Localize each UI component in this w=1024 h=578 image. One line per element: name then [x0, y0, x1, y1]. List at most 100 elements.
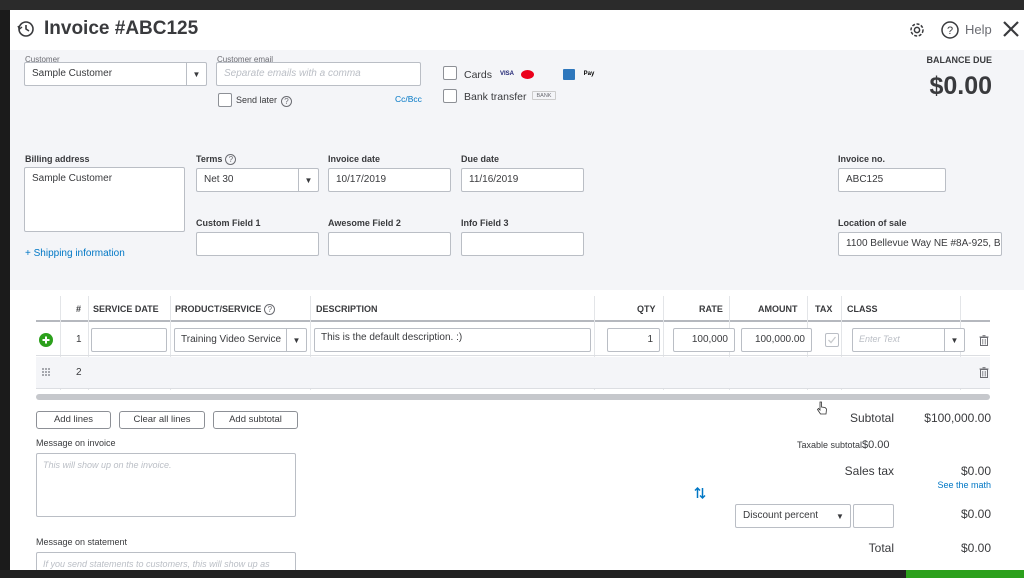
- save-and-send-button[interactable]: [906, 570, 1024, 578]
- column-header-amount: AMOUNT: [758, 304, 798, 314]
- cc-bcc-link[interactable]: Cc/Bcc: [395, 94, 422, 104]
- message-on-statement-input[interactable]: If you send statements to customers, thi…: [36, 552, 296, 570]
- bottom-action-bar: [0, 570, 1024, 578]
- table-row[interactable]: 2: [36, 357, 990, 389]
- chevron-down-icon[interactable]: ▼: [830, 505, 850, 527]
- taxable-subtotal-label: Taxable subtotal: [796, 440, 862, 450]
- table-row[interactable]: 1 Training Video Service ▼ This is the d…: [36, 324, 990, 356]
- apple-pay-logo: Pay: [583, 71, 595, 77]
- discount-type-select[interactable]: Discount percent ▼: [735, 504, 851, 528]
- billing-address-input[interactable]: Sample Customer: [24, 167, 185, 232]
- custom-field-2-label: Awesome Field 2: [328, 218, 401, 228]
- send-later-checkbox[interactable]: [218, 93, 232, 107]
- sales-tax-value: $0.00: [960, 464, 991, 478]
- discount-type-value: Discount percent: [743, 510, 819, 521]
- billing-address-label: Billing address: [25, 154, 90, 164]
- table-header-row: # SERVICE DATE PRODUCT/SERVICE? DESCRIPT…: [36, 296, 990, 322]
- terms-select[interactable]: Net 30 ▼: [196, 168, 319, 192]
- qty-value: 1: [647, 334, 653, 345]
- service-date-input[interactable]: [91, 328, 167, 352]
- mastercard-logo: [521, 70, 534, 79]
- sort-arrows-icon[interactable]: [693, 486, 707, 500]
- amount-value: 100,000.00: [754, 334, 805, 345]
- invoice-date-input[interactable]: 10/17/2019: [328, 168, 451, 192]
- bank-transfer-checkbox[interactable]: [443, 89, 457, 103]
- billing-address-value: Sample Customer: [32, 173, 113, 184]
- add-lines-button[interactable]: Add lines: [36, 411, 111, 429]
- trash-icon[interactable]: [979, 367, 989, 378]
- page-title: Invoice #ABC125: [44, 18, 199, 39]
- add-row-icon[interactable]: [39, 333, 53, 347]
- custom-field-2-input[interactable]: [328, 232, 451, 256]
- tax-checkbox[interactable]: [825, 333, 839, 347]
- subtotal-value: $100,000.00: [924, 411, 991, 425]
- customer-value: Sample Customer: [32, 68, 113, 79]
- balance-due-label: BALANCE DUE: [926, 55, 992, 65]
- qty-input[interactable]: 1: [607, 328, 660, 352]
- add-subtotal-button[interactable]: Add subtotal: [213, 411, 298, 429]
- chevron-down-icon[interactable]: ▼: [186, 63, 206, 85]
- amex-logo: [563, 69, 575, 80]
- column-header-product: PRODUCT/SERVICE?: [175, 304, 276, 316]
- invoice-no-value: ABC125: [846, 174, 884, 185]
- column-header-class: CLASS: [847, 304, 878, 314]
- history-icon[interactable]: [17, 20, 35, 38]
- cards-label: Cards: [464, 69, 493, 81]
- email-placeholder: Separate emails with a comma: [224, 68, 361, 79]
- message-on-invoice-label: Message on invoice: [36, 438, 116, 448]
- column-header-description: DESCRIPTION: [316, 304, 378, 314]
- invoice-header: Invoice #ABC125 ? Help: [10, 10, 1024, 50]
- cards-checkbox[interactable]: [443, 66, 457, 80]
- info-icon: ?: [264, 304, 276, 316]
- customer-email-input[interactable]: Separate emails with a comma: [216, 62, 421, 86]
- due-date-input[interactable]: 11/16/2019: [461, 168, 584, 192]
- chevron-down-icon[interactable]: ▼: [286, 329, 306, 351]
- subtotal-label: Subtotal: [849, 411, 894, 425]
- row-number: 1: [76, 334, 82, 345]
- invoice-date-label: Invoice date: [328, 154, 381, 164]
- gear-icon[interactable]: [907, 20, 927, 40]
- customer-select[interactable]: Sample Customer ▼: [24, 62, 207, 86]
- amount-input[interactable]: 100,000.00: [741, 328, 812, 352]
- invoice-no-input[interactable]: ABC125: [838, 168, 946, 192]
- bank-transfer-label: Bank transfer: [464, 91, 527, 103]
- chevron-down-icon[interactable]: ▼: [298, 169, 318, 191]
- info-icon[interactable]: ?: [281, 96, 292, 107]
- browser-chrome: [0, 0, 1024, 10]
- shipping-information-link[interactable]: + Shipping information: [25, 248, 125, 259]
- custom-field-3-label: Info Field 3: [461, 218, 509, 228]
- location-of-sale-value: 1100 Bellevue Way NE #8A-925, B: [846, 238, 1001, 249]
- invoice-window: Invoice #ABC125 ? Help Customer Sample C…: [10, 10, 1024, 570]
- see-the-math-link[interactable]: See the math: [915, 480, 991, 490]
- message-statement-placeholder: If you send statements to customers, thi…: [43, 559, 270, 569]
- help-label[interactable]: Help: [965, 22, 992, 37]
- custom-field-3-input[interactable]: [461, 232, 584, 256]
- discount-percent-input[interactable]: [853, 504, 894, 528]
- bank-logo: BANK: [532, 91, 556, 100]
- help-icon[interactable]: ?: [940, 20, 960, 40]
- message-on-invoice-input[interactable]: This will show up on the invoice.: [36, 453, 296, 517]
- class-select[interactable]: Enter Text ▼: [852, 328, 965, 352]
- custom-field-1-input[interactable]: [196, 232, 319, 256]
- location-of-sale-label: Location of sale: [838, 218, 907, 228]
- due-date-value: 11/16/2019: [469, 174, 519, 185]
- product-service-select[interactable]: Training Video Service ▼: [174, 328, 307, 352]
- column-header-rate: RATE: [699, 304, 723, 314]
- invoice-no-label: Invoice no.: [838, 154, 886, 164]
- drag-handle-icon[interactable]: [41, 367, 51, 377]
- total-value: $0.00: [960, 541, 991, 555]
- svg-text:?: ?: [947, 25, 953, 37]
- location-of-sale-input[interactable]: 1100 Bellevue Way NE #8A-925, B: [838, 232, 1002, 256]
- clear-all-lines-button[interactable]: Clear all lines: [119, 411, 205, 429]
- horizontal-scrollbar[interactable]: [36, 394, 990, 400]
- rate-input[interactable]: 100,000: [673, 328, 735, 352]
- trash-icon[interactable]: [979, 335, 989, 346]
- due-date-label: Due date: [461, 154, 500, 164]
- custom-field-1-label: Custom Field 1: [196, 218, 261, 228]
- description-input[interactable]: This is the default description. :): [314, 328, 591, 352]
- discover-logo: [540, 70, 558, 79]
- close-icon[interactable]: [1000, 18, 1022, 40]
- sales-tax-label: Sales tax: [844, 464, 894, 478]
- info-icon: ?: [225, 154, 237, 166]
- chevron-down-icon[interactable]: ▼: [944, 329, 964, 351]
